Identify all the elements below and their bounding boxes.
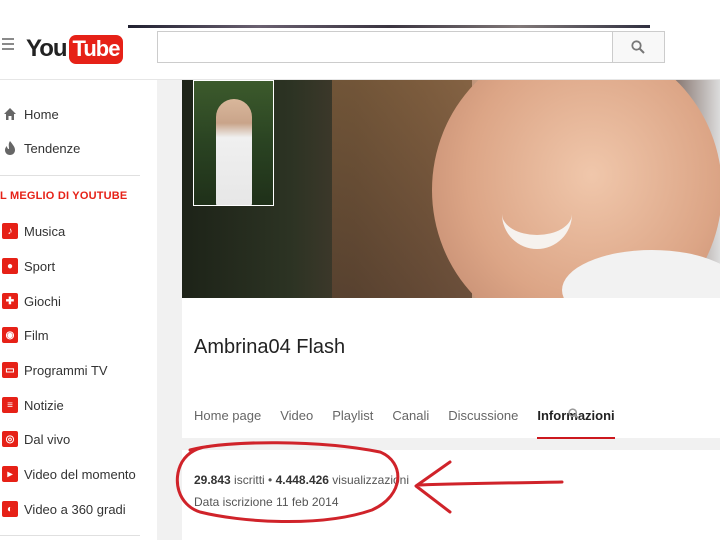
annotation-circle: [175, 441, 400, 523]
annotation-arrow-shaft: [418, 480, 564, 487]
hand-drawn-annotation: [175, 441, 564, 523]
annotation-arrow-head: [414, 460, 452, 514]
